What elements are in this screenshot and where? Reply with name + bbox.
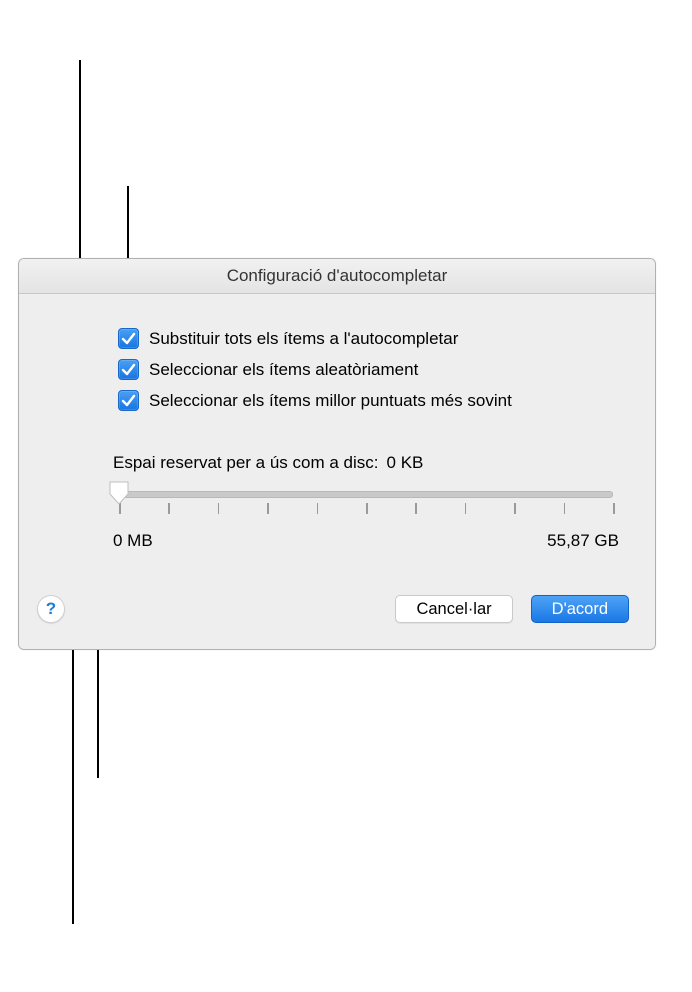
autofill-settings-dialog: Configuració d'autocompletar Substituir … [18,258,656,650]
slider-thumb-icon [108,480,130,506]
disk-space-label: Espai reservat per a ús com a disc: [113,453,379,473]
option-row-random: Seleccionar els ítems aleatòriament [45,359,629,380]
higher-rated-checkbox[interactable] [118,390,139,411]
dialog-title: Configuració d'autocompletar [227,266,448,285]
random-checkbox[interactable] [118,359,139,380]
higher-rated-label: Seleccionar els ítems millor puntuats mé… [149,391,512,411]
checkmark-icon [121,331,136,346]
slider-thumb[interactable] [108,480,130,504]
cancel-button-label: Cancel·lar [416,600,491,619]
help-button[interactable]: ? [37,595,65,623]
help-icon: ? [46,599,56,619]
disk-space-section: Espai reservat per a ús com a disc: 0 KB [113,453,619,551]
disk-space-value: 0 KB [387,453,424,473]
replace-all-label: Substituir tots els ítems a l'autocomple… [149,329,458,349]
checkmark-icon [121,393,136,408]
disk-space-title-row: Espai reservat per a ús com a disc: 0 KB [113,453,619,473]
disk-space-slider[interactable] [119,485,613,537]
ok-button-label: D'acord [552,600,608,619]
checkmark-icon [121,362,136,377]
dialog-content: Substituir tots els ítems a l'autocomple… [19,294,655,649]
random-label: Seleccionar els ítems aleatòriament [149,360,418,380]
option-row-higher-rated: Seleccionar els ítems millor puntuats mé… [45,390,629,411]
replace-all-checkbox[interactable] [118,328,139,349]
cancel-button[interactable]: Cancel·lar [395,595,512,623]
ok-button[interactable]: D'acord [531,595,629,623]
slider-track [119,491,613,498]
slider-ticks [119,503,613,515]
dialog-titlebar: Configuració d'autocompletar [19,259,655,294]
option-row-replace-all: Substituir tots els ítems a l'autocomple… [45,328,629,349]
dialog-footer: ? Cancel·lar D'acord [45,595,629,623]
